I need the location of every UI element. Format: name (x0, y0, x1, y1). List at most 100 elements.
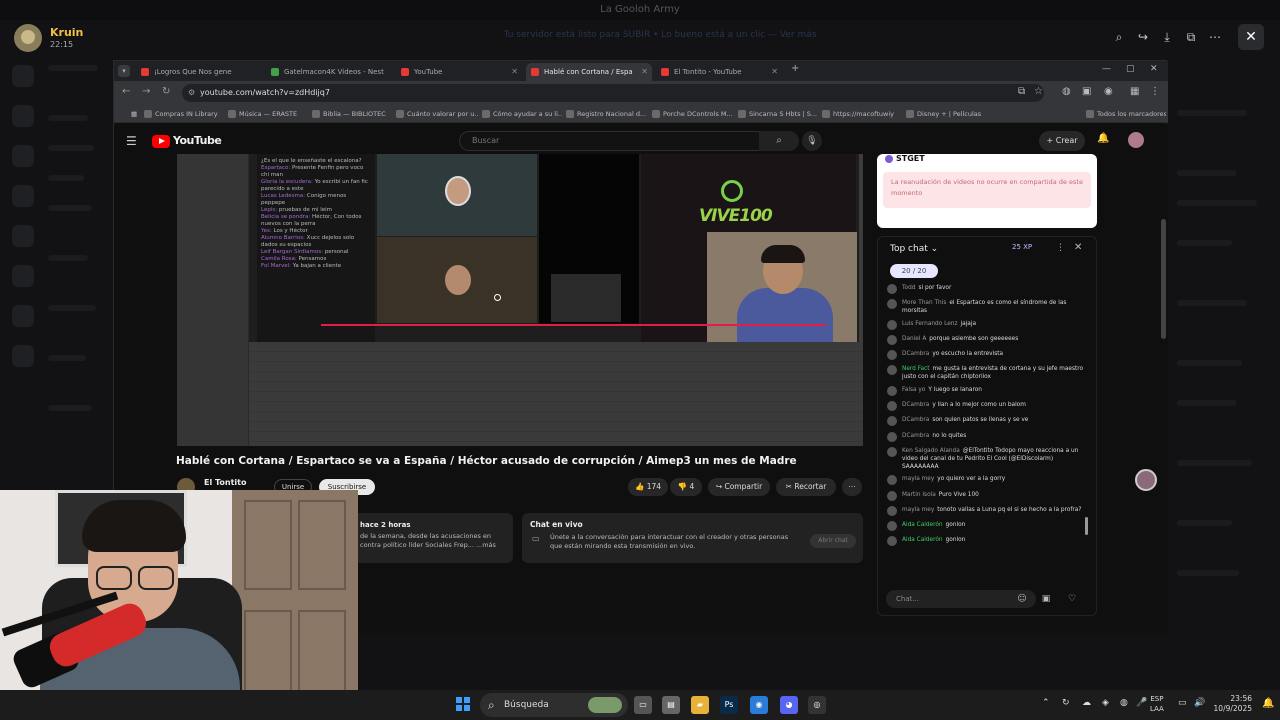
chat-author[interactable]: DCambra (902, 402, 929, 408)
all-bookmarks[interactable]: Todos los marcadores (1086, 108, 1166, 120)
browser-tab[interactable]: ¡Logros Que Nos gene (136, 63, 262, 81)
minimize-icon[interactable]: — (1102, 64, 1111, 74)
uploader-name[interactable]: Kruin (50, 26, 83, 39)
close-icon[interactable]: ✕ (1074, 242, 1082, 253)
create-button[interactable]: + Crear (1039, 131, 1085, 151)
new-tab-icon[interactable]: + (791, 63, 799, 74)
chat-author[interactable]: DCambra (902, 351, 929, 357)
bookmark-item[interactable]: Música — ERASTE (228, 108, 308, 120)
chat-message[interactable]: Aida Calderón gonlon (884, 521, 1090, 532)
share-button[interactable]: ↪ Compartir (708, 478, 770, 496)
chat-message[interactable]: Aida Calderón gonlon (884, 536, 1090, 547)
notifications-bell-icon[interactable]: 🔔 (1097, 133, 1109, 144)
more-actions-icon[interactable]: ⋯ (842, 478, 862, 496)
browser-tab[interactable]: Gatelmacon4K Videos - Nest (266, 63, 392, 81)
taskbar-search[interactable]: Búsqueda (480, 693, 628, 717)
cloud-icon[interactable]: ☁ (1082, 698, 1091, 708)
chat-author[interactable]: DCambra (902, 433, 929, 439)
windows-start-icon[interactable] (456, 697, 470, 711)
chat-author[interactable]: Luis Fernando Lenz (902, 321, 958, 327)
volume-icon[interactable]: 🔊 (1194, 698, 1205, 708)
emoji-icon[interactable]: ☺ (1014, 591, 1030, 607)
search-input[interactable]: Buscar (459, 131, 779, 151)
share-icon[interactable]: ↪ (1132, 26, 1154, 48)
profile-icon[interactable]: ◉ (1104, 86, 1113, 97)
floating-avatar[interactable] (1135, 469, 1157, 491)
chat-author[interactable]: Daniel A (902, 336, 926, 342)
avatar[interactable] (14, 24, 42, 52)
chat-author[interactable]: Falsa yo (902, 387, 925, 393)
photoshop-icon[interactable]: Ps (720, 696, 738, 714)
chevron-up-icon[interactable]: ⌃ (1042, 698, 1050, 708)
chat-message[interactable]: DCambra yo escucho la entrevista (884, 350, 1090, 361)
bookmark-item[interactable]: Compras IN Library (144, 108, 224, 120)
bookmark-item[interactable]: Cuánto valorar por u... (396, 108, 478, 120)
tab-search-button[interactable]: ▾ (118, 65, 130, 77)
chat-message[interactable]: More Than This el Espartaco es como el sí… (884, 299, 1090, 315)
xp-badge[interactable]: 25 XP (1012, 243, 1032, 251)
menu-icon[interactable]: ⋮ (1150, 86, 1160, 97)
clock[interactable]: 23:56 10/9/2025 (1212, 694, 1252, 714)
install-icon[interactable]: ⧉ (1018, 86, 1025, 97)
chat-author[interactable]: mayla mey (902, 476, 934, 482)
browser-tab[interactable]: El Tontito - YouTube ✕ (656, 63, 782, 81)
bookmark-item[interactable]: Cómo ayudar a su li... (482, 108, 562, 120)
back-icon[interactable]: ← (122, 86, 130, 97)
discord-icon[interactable]: ◕ (780, 696, 798, 714)
browser-tab-active[interactable]: Hablé con Cortana / Espa ✕ (526, 63, 652, 81)
like-button[interactable]: 👍 174 (628, 478, 668, 496)
bookmark-item[interactable]: Sincarna S Hbts | S... (738, 108, 818, 120)
chat-message[interactable]: DCambra no lo quites (884, 431, 1090, 443)
close-tab-icon[interactable]: ✕ (641, 63, 648, 81)
tray-app-icon[interactable]: ◍ (1120, 698, 1128, 708)
chat-author[interactable]: Nerd Fact (902, 366, 930, 372)
download-icon[interactable]: ⤓ (1156, 26, 1178, 48)
forward-icon[interactable]: → (142, 86, 150, 97)
chat-message[interactable]: DCambra son quien patos se llenas y se ve (884, 416, 1090, 427)
notes-icon[interactable]: ▤ (662, 696, 680, 714)
maximize-icon[interactable]: ▢ (1126, 64, 1135, 74)
extensions-menu-icon[interactable]: ▦ (1130, 86, 1139, 97)
address-bar[interactable]: youtube.com/watch?v=zdHdijq7 (182, 84, 1044, 102)
top-chat-dropdown[interactable]: Top chat ⌄ (890, 244, 938, 254)
chat-author[interactable]: More Than This (902, 300, 946, 306)
clip-button[interactable]: ✂ Recortar (776, 478, 836, 496)
open-external-icon[interactable]: ⧉ (1180, 26, 1202, 48)
chat-author[interactable]: Todd (902, 285, 915, 291)
heart-icon[interactable]: ♡ (1064, 591, 1080, 607)
bookmark-item[interactable]: https://macoftuwiy (822, 108, 902, 120)
chat-author[interactable]: Ken Salgado Alanda (902, 448, 960, 454)
chat-message[interactable]: Martin Isola Puro Vive 100 (884, 490, 1090, 502)
open-chat-button[interactable]: Abrir chat (810, 534, 856, 548)
chrome-icon[interactable]: ◉ (750, 696, 768, 714)
chat-author[interactable]: Aida Calderón (902, 522, 943, 528)
recorder-icon[interactable]: ◎ (808, 696, 826, 714)
close-window-icon[interactable]: ✕ (1150, 64, 1158, 74)
sync-icon[interactable]: ↻ (1062, 698, 1070, 708)
hamburger-menu-icon[interactable]: ☰ (126, 134, 137, 148)
notification-icon[interactable]: 🔔 (1262, 698, 1274, 709)
extension-icon[interactable]: ▣ (1082, 86, 1091, 97)
chat-message[interactable]: DCambra y llan a lo mejor como un balom (884, 401, 1090, 412)
network-icon[interactable]: ▭ (1178, 698, 1187, 708)
chat-message[interactable]: Todd si por favor (884, 284, 1090, 295)
mic-tray-icon[interactable]: 🎤 (1136, 698, 1147, 708)
security-icon[interactable]: ◈ (1102, 698, 1109, 708)
chat-message[interactable]: Falsa yo Y luego se lanaron (884, 385, 1090, 397)
zoom-icon[interactable]: ⌕ (1108, 26, 1130, 48)
language-indicator[interactable]: ESP LAA (1150, 694, 1164, 714)
chat-author[interactable]: Aida Calderón (902, 537, 943, 543)
bookmark-item[interactable]: Porche DControls M... (652, 108, 734, 120)
video-player[interactable]: ¿Es el que le enseñaste el escalona? Esp… (177, 154, 863, 446)
chat-scrollbar[interactable] (1085, 517, 1088, 535)
page-scrollbar[interactable] (1161, 219, 1166, 339)
apps-icon[interactable]: ▦ (120, 108, 140, 120)
file-explorer-icon[interactable]: ▭ (634, 696, 652, 714)
bookmark-item[interactable]: Registro Nacional d... (566, 108, 648, 120)
close-viewer-button[interactable]: ✕ (1238, 24, 1264, 50)
chat-message[interactable]: mayla mey tonoto vallas a Luna pq el si s… (884, 505, 1090, 517)
browser-tab[interactable]: YouTube ✕ (396, 63, 522, 81)
chat-message[interactable]: mayla mey yo quiero ver a la gorry (884, 475, 1090, 486)
chat-message[interactable]: Ken Salgado Alanda @ElTontito Todopo mayo… (884, 446, 1090, 471)
folder-icon[interactable]: ▰ (691, 696, 709, 714)
